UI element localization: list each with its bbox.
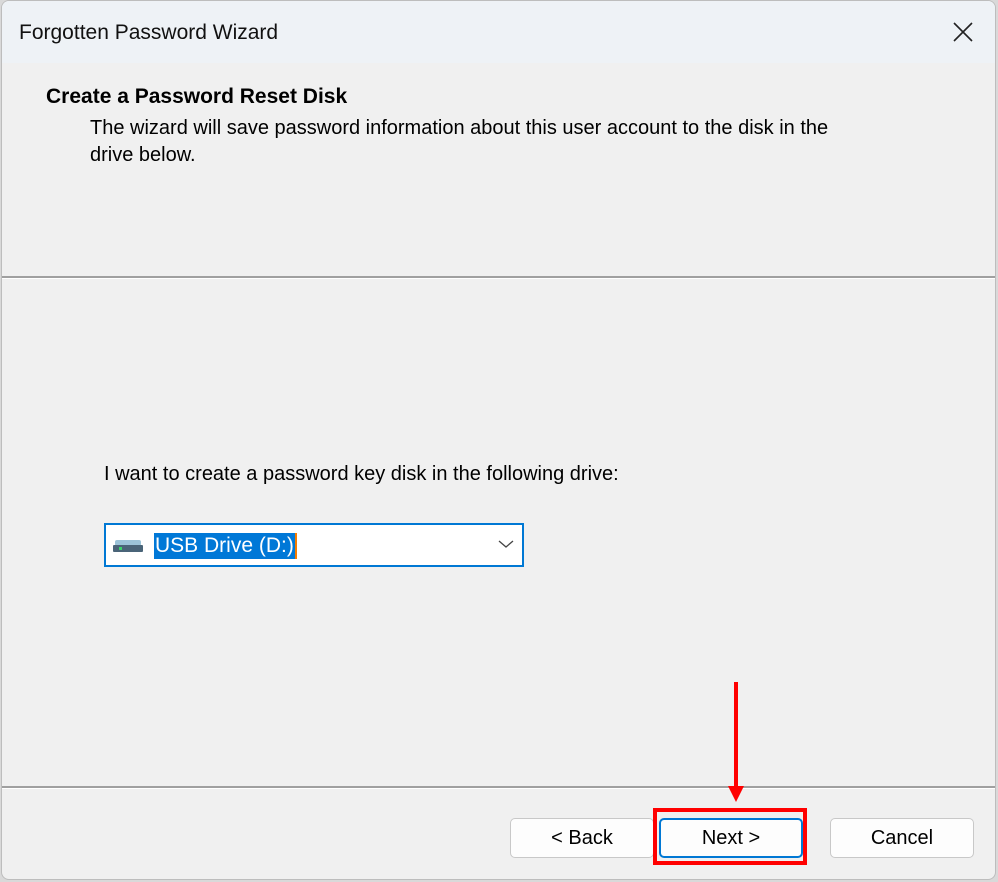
page-title: Create a Password Reset Disk [46, 85, 348, 108]
wizard-window: Forgotten Password Wizard Create a Passw… [1, 0, 996, 880]
title-bar: Forgotten Password Wizard [2, 1, 995, 63]
close-icon [953, 22, 973, 42]
drive-select[interactable]: USB Drive (D:) [104, 523, 524, 567]
arrow-annotation-icon [728, 682, 744, 802]
footer-divider [2, 786, 995, 789]
drive-select-value: USB Drive (D:) [154, 533, 297, 559]
back-button[interactable]: < Back [510, 818, 654, 858]
window-title: Forgotten Password Wizard [19, 21, 279, 44]
chevron-down-icon [498, 540, 514, 548]
header-divider [2, 276, 995, 279]
drive-label: I want to create a password key disk in … [104, 463, 619, 485]
usb-drive-icon [113, 540, 143, 552]
cancel-button[interactable]: Cancel [830, 818, 974, 858]
close-button[interactable] [931, 1, 995, 63]
wizard-header: Create a Password Reset Disk The wizard … [2, 63, 995, 277]
page-description: The wizard will save password informatio… [90, 117, 829, 166]
highlight-box [653, 808, 807, 865]
